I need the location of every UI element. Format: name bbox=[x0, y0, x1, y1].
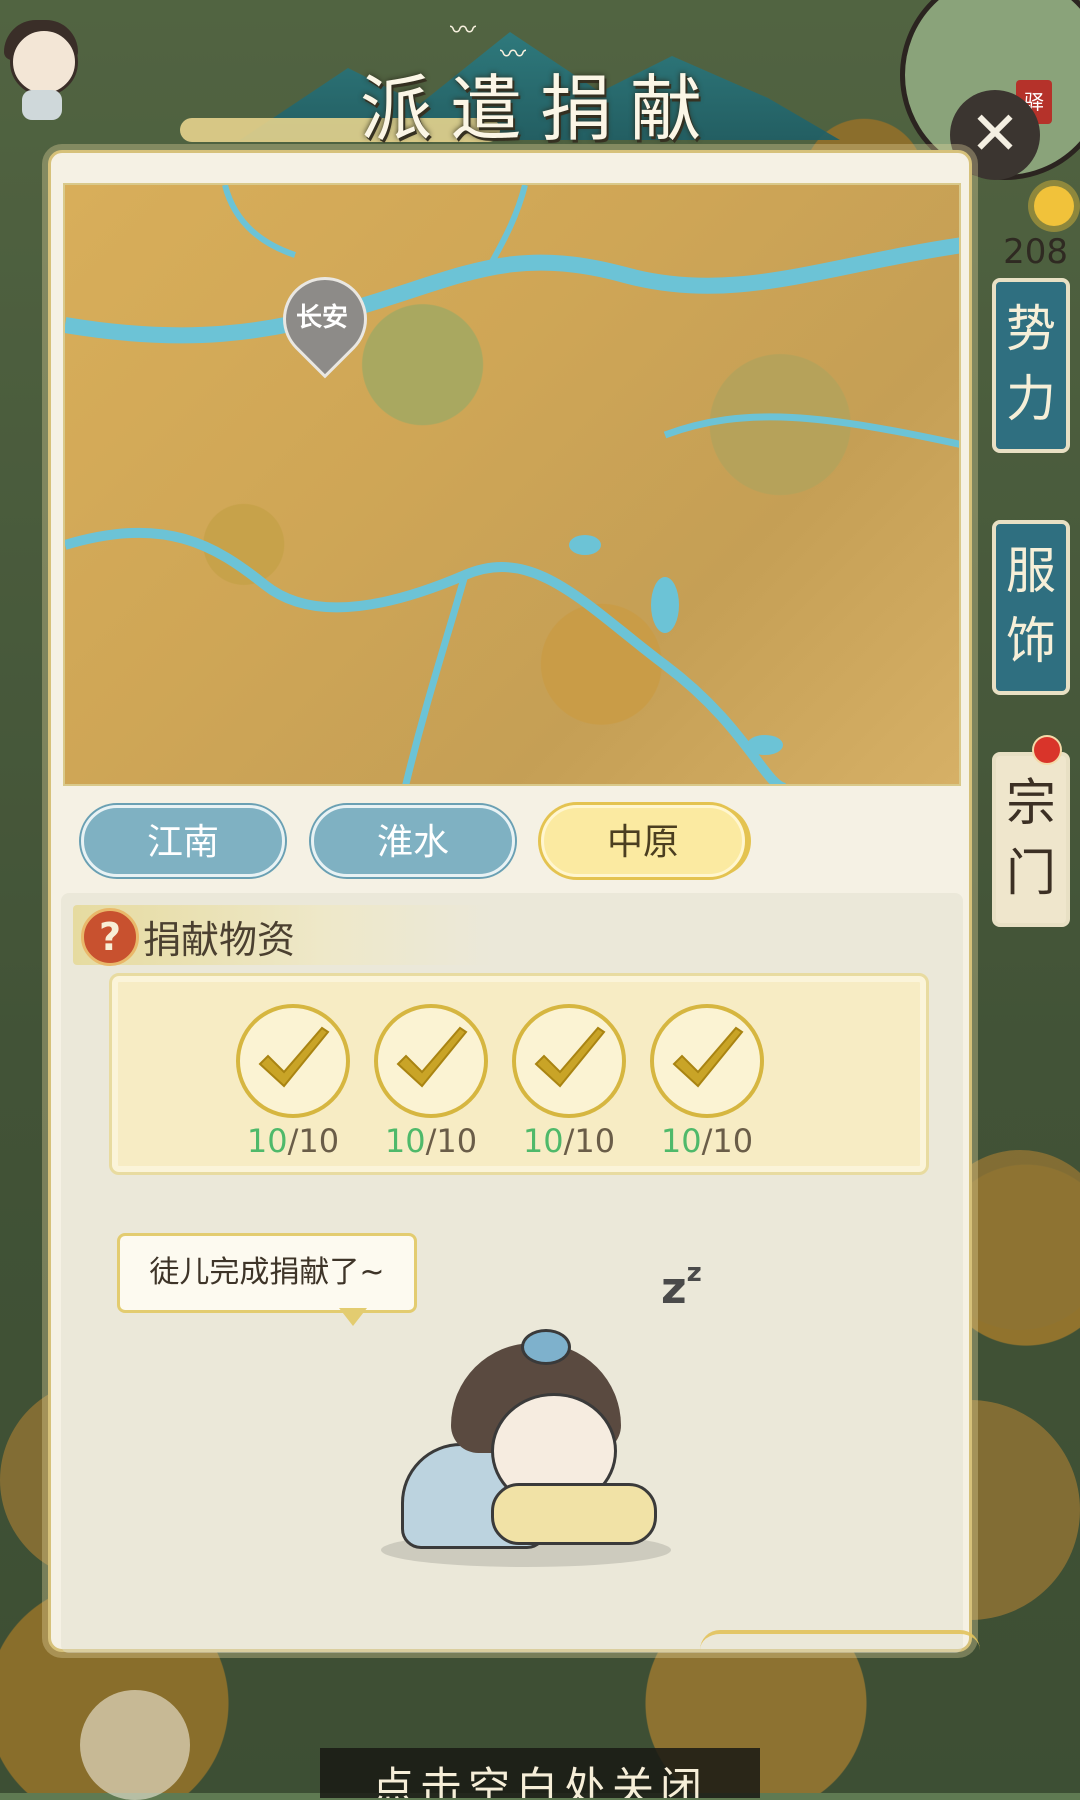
question-icon[interactable]: ? bbox=[81, 908, 139, 966]
sleep-z-small: z bbox=[686, 1258, 702, 1288]
costume-button[interactable]: 服饰 bbox=[992, 520, 1070, 695]
item-got: 10 bbox=[660, 1122, 702, 1160]
item-total: /10 bbox=[563, 1122, 616, 1160]
item-count: 10/10 bbox=[650, 1122, 764, 1160]
speech-bubble: 徒儿完成捐献了~ bbox=[117, 1233, 417, 1313]
notification-dot bbox=[1032, 735, 1062, 765]
check-icon bbox=[512, 1004, 626, 1118]
item-total: /10 bbox=[287, 1122, 340, 1160]
item-count: 10/10 bbox=[512, 1122, 626, 1160]
check-icon bbox=[374, 1004, 488, 1118]
avatar-body bbox=[22, 90, 62, 120]
item-count: 10/10 bbox=[236, 1122, 350, 1160]
donation-item[interactable]: 10/10 bbox=[236, 1004, 356, 1164]
check-icon bbox=[236, 1004, 350, 1118]
donation-item[interactable]: 10/10 bbox=[374, 1004, 494, 1164]
costume-label: 服饰 bbox=[1006, 542, 1056, 670]
donation-items: 10/10 10/10 10/10 10/10 bbox=[109, 973, 929, 1175]
item-count: 10/10 bbox=[374, 1122, 488, 1160]
bow-icon[interactable] bbox=[80, 1690, 190, 1800]
sect-button[interactable]: 宗门 bbox=[992, 752, 1070, 927]
sun-icon bbox=[1034, 186, 1074, 226]
disciple-pillow bbox=[491, 1483, 657, 1545]
donation-item[interactable]: 10/10 bbox=[650, 1004, 770, 1164]
item-total: /10 bbox=[425, 1122, 478, 1160]
close-hint[interactable]: 点击空白处关闭 bbox=[320, 1748, 760, 1798]
speech-bubble-tail bbox=[339, 1308, 367, 1326]
tab-jiangnan[interactable]: 江南 bbox=[81, 805, 285, 877]
region-map[interactable]: 长安 bbox=[63, 183, 961, 786]
player-avatar[interactable] bbox=[0, 10, 90, 120]
item-got: 10 bbox=[384, 1122, 426, 1160]
disciple-hair-bun bbox=[521, 1329, 571, 1365]
faction-label: 势力 bbox=[1006, 300, 1056, 428]
dialog-title: 派遣捐献 bbox=[359, 67, 720, 151]
faction-button[interactable]: 势力 bbox=[992, 278, 1070, 453]
check-icon bbox=[650, 1004, 764, 1118]
item-got: 10 bbox=[246, 1122, 288, 1160]
region-tabs: 江南 淮水 中原 bbox=[81, 805, 941, 881]
tab-huaishui[interactable]: 淮水 bbox=[311, 805, 515, 877]
location-pin-label: 长安 bbox=[295, 303, 348, 333]
sleeping-disciple[interactable] bbox=[381, 1329, 681, 1583]
avatar-head bbox=[10, 28, 78, 96]
item-total: /10 bbox=[701, 1122, 754, 1160]
sleep-indicator: zz bbox=[661, 1258, 702, 1314]
dispatch-donation-dialog: 长安 江南 淮水 中原 ? 捐献物资 10/10 10/10 10/10 10/… bbox=[48, 150, 972, 1653]
donation-item[interactable]: 10/10 bbox=[512, 1004, 632, 1164]
section-title: 捐献物资 bbox=[143, 918, 296, 962]
bird-icon: 〰 bbox=[450, 16, 477, 46]
item-got: 10 bbox=[522, 1122, 564, 1160]
gold-swirl-decoration bbox=[700, 1630, 980, 1674]
sect-label: 宗门 bbox=[1006, 774, 1056, 902]
dialog-title-banner: 〰 〰 派遣捐献 bbox=[180, 0, 900, 151]
map-rivers bbox=[65, 185, 959, 784]
tab-zhongyuan[interactable]: 中原 bbox=[541, 805, 745, 877]
sleep-z: z bbox=[661, 1263, 687, 1314]
resource-count: 208 bbox=[1003, 232, 1068, 272]
